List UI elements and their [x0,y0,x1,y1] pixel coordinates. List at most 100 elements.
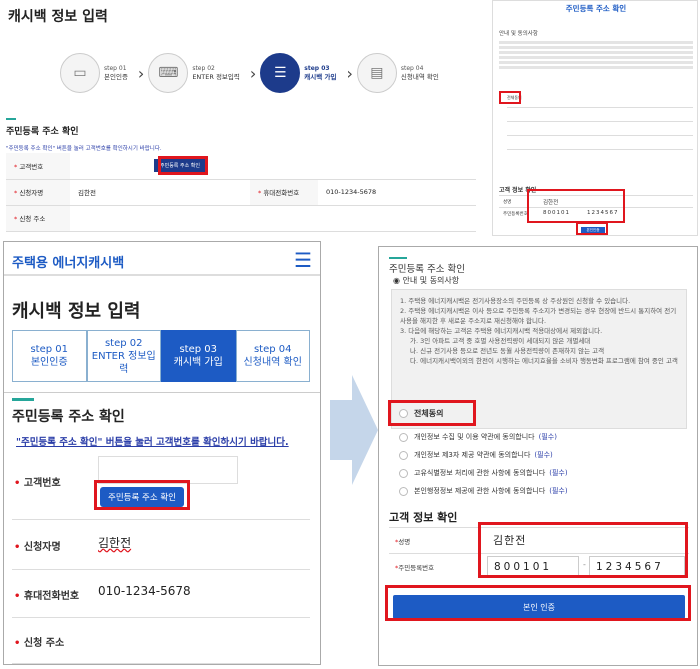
checklist-icon: ☰ [260,53,301,93]
step-tabs: step 01 본인인증 step 02 ENTER 정보입력 step 03 캐시백… [12,330,310,382]
step-number: step 04 [253,344,292,355]
checkbox-icon [399,468,408,478]
arrow-right-icon [330,375,378,485]
site-logo[interactable]: 주택용 에너지캐시백 [12,252,124,271]
step-1: ▭ step 01 본인인증 [60,53,128,93]
name-label: 성명 [503,200,512,205]
required-tag: (필수) [538,433,557,441]
agreement-label: 본인행정정보 제공에 관한 사항에 동의합니다 [414,487,546,495]
step-label: 본인인증 [104,73,128,81]
notice-text: "주민등록 주소 확인" 버튼을 눌러 고객번호를 확인하시기 바랍니다. [6,146,162,152]
notice-line: 가. 3인 아파트 고객 중 호별 사용전력량이 세대되지 않은 개별세대 [410,337,591,345]
desktop-form: * 고객번호 주민등록 주소 확인 * 신청자명 김한전 * 휴대전화번호 01… [6,153,476,232]
checkbox-icon [399,486,408,496]
step-label: 캐시백 가입 [304,73,337,81]
section-accent [6,118,16,120]
step-label: ENTER 정보입력 [192,73,240,81]
page-title: 캐시백 정보 입력 [12,301,141,322]
highlight-box [576,222,608,235]
agreement-label: 고유식별정보 처리에 관한 사항에 동의합니다 [414,469,546,477]
chevron-right-icon: › [137,63,145,83]
phone-label: 휴대전화번호 [23,591,80,602]
name-label: 성명 [398,538,411,546]
step-label: 신청내역 확인 [243,357,302,368]
hamburger-menu-icon[interactable]: ☰ [294,248,312,272]
highlight-box [388,400,476,426]
modal-subhead: 안내 및 동의사항 [499,31,538,37]
phone-label: 휴대전화번호 [263,189,300,197]
agreement-item[interactable]: 개인정보 수집 및 이용 약관에 동의합니다 (필수) [399,429,689,445]
info-icon: ◉ [393,276,400,285]
step-number: step 03 [304,65,330,72]
step-2: ⌨ step 02 ENTER 정보입력 [148,53,240,93]
step-label: 본인인증 [30,357,68,368]
section-title: 주민등록 주소 확인 [12,409,125,425]
rrn-label: 주민등록번호 [398,564,435,572]
required-tag: (필수) [534,451,553,459]
agreement-item[interactable] [507,149,693,159]
phone-value: 010-1234-5678 [318,179,476,206]
notice-box [499,39,693,89]
notice-line: 다. 에너지캐시백이외의 한전이 시행하는 에너지효율을 소비자 행동변화 프로… [410,357,678,365]
id-card-icon: ▭ [60,53,100,93]
step-tab-3: step 03 캐시백 가입 [161,330,236,382]
agreement-item[interactable] [507,121,693,131]
checkbox-icon [399,450,408,460]
notice-line: 1. 주택용 에너지캐시백은 전기사용장소의 주민등록 상 주상원인 신청할 수… [400,297,631,305]
agreement-label: 개인정보 제3자 제공 약관에 동의합니다 [414,451,531,459]
agreement-item[interactable]: 고유식별정보 처리에 관한 사항에 동의합니다 (필수) [399,465,689,481]
mobile-screen: 주택용 에너지캐시백 ☰ 캐시백 정보 입력 step 01 본인인증 step … [3,241,321,665]
table-row: * 신청자명 김한전 * 휴대전화번호 010-1234-5678 [6,179,476,206]
step-tab-1: step 01 본인인증 [12,330,87,382]
applicant-value: 김한전 [98,536,132,550]
step-number: step 02 [104,337,143,349]
chevron-right-icon: › [346,63,353,83]
agreement-item[interactable]: 본인행정정보 제공에 관한 사항에 동의합니다 (필수) [399,483,689,499]
address-label: 신청 주소 [23,638,65,649]
customer-no-label: 고객번호 [23,478,61,489]
step-tab-2: step 02 ENTER 정보입력 [86,330,161,382]
modal-title: 주민등록 주소 확인 [565,4,627,13]
keyboard-icon: ⌨ [148,53,189,93]
highlight-box [478,522,688,578]
address-label: 신청 주소 [19,215,46,223]
step-indicator: ▭ step 01 본인인증 › ⌨ step 02 ENTER 정보입력 › ☰ … [60,48,460,98]
highlight-box [385,585,691,621]
agreement-item[interactable]: 개인정보 제3자 제공 약관에 동의합니다 (필수) [399,447,689,463]
required-tag: (필수) [549,487,568,495]
highlight-box [527,189,625,223]
table-row: * 고객번호 주민등록 주소 확인 [6,153,476,180]
notice-line: 2. 주택용 에너지캐시백은 이사 등으로 주민등록 주소지가 변경되는 경우 … [400,307,677,325]
table-row: * 신청 주소 [6,205,476,232]
step-4: ▤ step 04 신청내역 확인 [356,53,439,93]
customer-info-title: 고객 정보 확인 [389,511,458,524]
modal-title: 주민등록 주소 확인 [389,264,465,275]
step-3: ☰ step 03 캐시백 가입 [260,53,336,93]
step-number: step 03 [179,344,218,355]
notice-text: "주민등록 주소 확인" 버튼을 눌러 고객번호를 확인하시기 바랍니다. [16,437,289,448]
rrn-label: 주민등록번호 [503,212,528,217]
agreement-item[interactable] [507,135,693,145]
step-number: step 02 [192,65,215,72]
applicant-value: 김한전 [70,179,250,206]
step-label: ENTER 정보입력 [91,350,156,375]
step-number: step 04 [400,65,424,72]
checkbox-icon [399,432,408,442]
agreement-item[interactable] [507,107,693,117]
highlight-box [94,480,190,510]
step-number: step 01 [30,344,69,355]
step-tab-4: step 04 신청내역 확인 [235,330,310,382]
applicant-label: 신청자명 [23,542,61,553]
required-tag: (필수) [549,469,568,477]
highlight-box [158,156,208,175]
agreement-label: 개인정보 수집 및 이용 약관에 동의합니다 [414,433,535,441]
chevron-right-icon: › [249,63,257,83]
customer-no-label: 고객번호 [19,162,44,171]
applicant-label: 신청자명 [19,189,44,197]
section-title: 주민등록 주소 확인 [6,127,79,137]
section-accent [12,398,34,401]
phone-value: 010-1234-5678 [98,584,191,598]
modal-subhead: 안내 및 동의사항 [402,276,460,285]
step-label: 신청내역 확인 [400,73,439,81]
highlight-box [499,91,521,104]
